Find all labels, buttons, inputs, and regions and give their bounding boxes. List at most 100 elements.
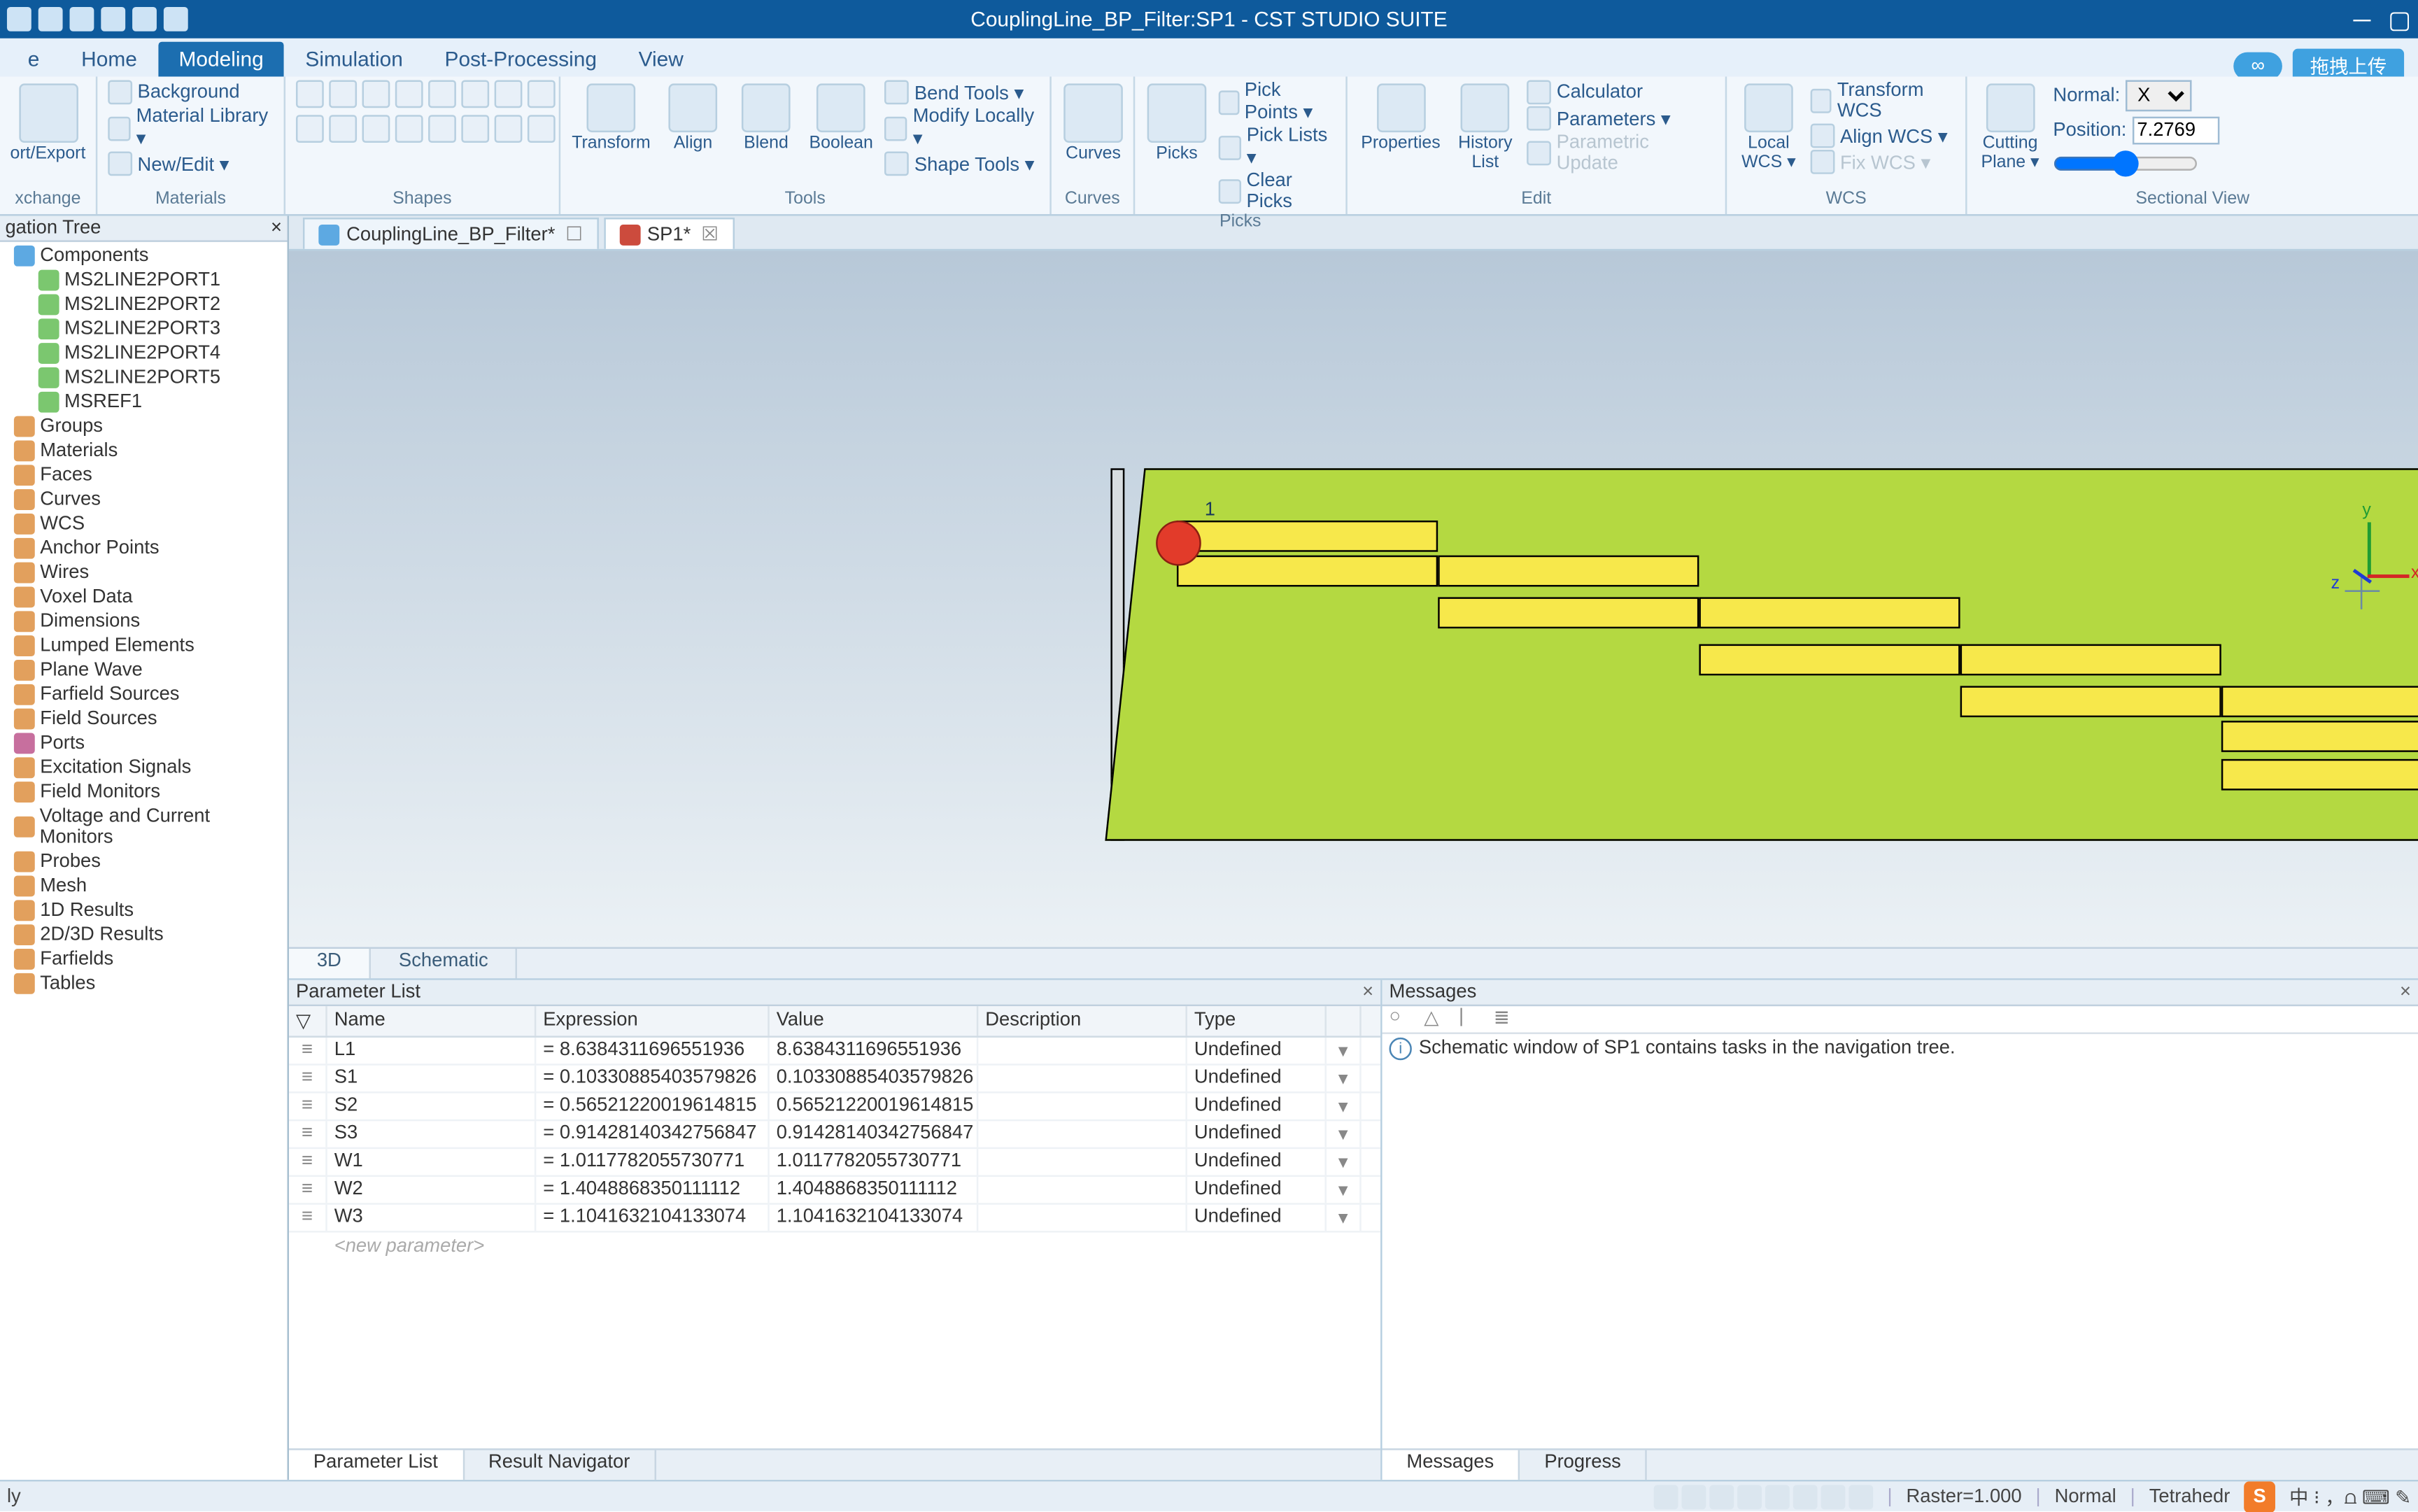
- shape-icon[interactable]: [461, 115, 489, 143]
- status-icon[interactable]: [1821, 1484, 1846, 1509]
- param-table-body[interactable]: ≡ L1 = 8.6384311696551936 8.638431169655…: [289, 1038, 1380, 1448]
- shape-icon[interactable]: [428, 115, 456, 143]
- position-input[interactable]: [2132, 117, 2219, 145]
- tree-item[interactable]: Plane Wave: [0, 658, 288, 683]
- dropdown-icon[interactable]: ▾: [1327, 1177, 1362, 1203]
- param-type[interactable]: Undefined: [1187, 1121, 1327, 1147]
- param-desc[interactable]: [978, 1149, 1187, 1175]
- clear-picks-button[interactable]: Clear Picks: [1219, 171, 1336, 213]
- close-icon[interactable]: ☒: [701, 222, 719, 245]
- shape-icon[interactable]: [395, 115, 423, 143]
- tab-view[interactable]: View: [618, 42, 705, 77]
- view-tab-3d[interactable]: 3D: [289, 949, 371, 978]
- pick-lists-button[interactable]: Pick Lists ▾: [1219, 125, 1336, 169]
- dropdown-icon[interactable]: ▾: [1327, 1149, 1362, 1175]
- close-icon[interactable]: ×: [271, 218, 282, 239]
- tree-item[interactable]: Faces: [0, 463, 288, 488]
- param-type[interactable]: Undefined: [1187, 1177, 1327, 1203]
- properties-button[interactable]: Properties: [1358, 80, 1443, 156]
- msg-list-icon[interactable]: ≣: [1494, 1006, 1518, 1031]
- filter-icon[interactable]: ▽: [289, 1006, 327, 1036]
- tree-item[interactable]: Farfields: [0, 947, 288, 972]
- shape-icon[interactable]: [362, 115, 390, 143]
- close-icon[interactable]: ×: [2400, 982, 2411, 1003]
- param-expr[interactable]: = 1.1041632104133074: [536, 1205, 769, 1231]
- doc-tab-filter[interactable]: CouplingLine_BP_Filter*☐: [303, 218, 598, 249]
- qat-save-icon[interactable]: [7, 7, 31, 31]
- bend-tools-button[interactable]: Bend Tools ▾: [885, 80, 1040, 104]
- qat-icon[interactable]: [101, 7, 125, 31]
- dropdown-icon[interactable]: ▾: [1327, 1038, 1362, 1064]
- qat-undo-icon[interactable]: [132, 7, 157, 31]
- bottom-tab-resultnav[interactable]: Result Navigator: [464, 1450, 656, 1480]
- material-library-button[interactable]: Material Library ▾: [108, 106, 273, 150]
- bottom-tab-progress[interactable]: Progress: [1520, 1450, 1647, 1480]
- tree-item[interactable]: Anchor Points: [0, 536, 288, 560]
- param-desc[interactable]: [978, 1038, 1187, 1064]
- table-row[interactable]: ≡ W2 = 1.4048868350111112 1.404886835011…: [289, 1177, 1380, 1205]
- dropdown-icon[interactable]: ▾: [1327, 1066, 1362, 1091]
- tree-item[interactable]: Probes: [0, 849, 288, 874]
- cutting-plane-button[interactable]: Cutting Plane ▾: [1978, 80, 2043, 176]
- param-type[interactable]: Undefined: [1187, 1094, 1327, 1119]
- tree-item[interactable]: MSREF1: [0, 390, 288, 414]
- param-expr[interactable]: = 0.56521220019614815: [536, 1094, 769, 1119]
- tree-item[interactable]: Voltage and Current Monitors: [0, 805, 288, 850]
- dropdown-icon[interactable]: ▾: [1327, 1121, 1362, 1147]
- tab-file[interactable]: e: [7, 42, 60, 77]
- tree-item[interactable]: Components: [0, 243, 288, 268]
- close-icon[interactable]: ☐: [565, 222, 583, 245]
- tree-item[interactable]: Mesh: [0, 874, 288, 898]
- bottom-tab-messages[interactable]: Messages: [1383, 1450, 1520, 1480]
- tree-item[interactable]: 2D/3D Results: [0, 923, 288, 947]
- param-desc[interactable]: [978, 1094, 1187, 1119]
- tree-item[interactable]: Farfield Sources: [0, 682, 288, 707]
- msg-info-icon[interactable]: ○: [1390, 1006, 1414, 1031]
- viewport-3d[interactable]: 1 2 y x z: [289, 250, 2418, 947]
- tree-item[interactable]: Lumped Elements: [0, 634, 288, 658]
- param-type[interactable]: Undefined: [1187, 1149, 1327, 1175]
- boolean-button[interactable]: Boolean: [808, 80, 875, 156]
- navigation-tree[interactable]: ComponentsMS2LINE2PORT1MS2LINE2PORT2MS2L…: [0, 242, 288, 998]
- tree-item[interactable]: WCS: [0, 512, 288, 537]
- parametric-update-button[interactable]: Parametric Update: [1527, 132, 1715, 174]
- param-expr[interactable]: = 8.6384311696551936: [536, 1038, 769, 1064]
- doc-tab-sp1[interactable]: SP1*☒: [604, 218, 734, 249]
- blend-button[interactable]: Blend: [735, 80, 798, 156]
- shape-more-icon[interactable]: [461, 80, 489, 108]
- tree-item[interactable]: Tables: [0, 971, 288, 996]
- picks-button[interactable]: Picks: [1145, 80, 1208, 167]
- background-button[interactable]: Background: [108, 80, 273, 104]
- maximize-button[interactable]: ▢: [2388, 4, 2411, 34]
- table-row[interactable]: ≡ W1 = 1.0117782055730771 1.011778205573…: [289, 1149, 1380, 1177]
- tree-item[interactable]: Field Sources: [0, 707, 288, 731]
- tree-item[interactable]: MS2LINE2PORT2: [0, 292, 288, 317]
- tree-item[interactable]: MS2LINE2PORT4: [0, 341, 288, 366]
- tab-modeling[interactable]: Modeling: [158, 42, 285, 77]
- shape-icon[interactable]: [528, 115, 556, 143]
- fix-wcs-button[interactable]: Fix WCS ▾: [1811, 150, 1956, 174]
- local-wcs-button[interactable]: Local WCS ▾: [1737, 80, 1800, 176]
- param-type[interactable]: Undefined: [1187, 1038, 1327, 1064]
- status-icon[interactable]: [1710, 1484, 1734, 1509]
- history-list-button[interactable]: History List: [1454, 80, 1517, 176]
- qat-icon[interactable]: [70, 7, 94, 31]
- shape-icon[interactable]: [329, 115, 357, 143]
- table-row[interactable]: ≡ W3 = 1.1041632104133074 1.104163210413…: [289, 1205, 1380, 1233]
- param-desc[interactable]: [978, 1066, 1187, 1091]
- status-icon[interactable]: [1849, 1484, 1874, 1509]
- shape-cone-icon[interactable]: [395, 80, 423, 108]
- shape-rotate-icon[interactable]: [528, 80, 556, 108]
- param-desc[interactable]: [978, 1121, 1187, 1147]
- shape-icon[interactable]: [296, 115, 324, 143]
- align-wcs-button[interactable]: Align WCS ▾: [1811, 124, 1956, 148]
- view-tab-schematic[interactable]: Schematic: [371, 949, 518, 978]
- pick-points-button[interactable]: Pick Points ▾: [1219, 80, 1336, 123]
- param-expr[interactable]: = 0.91428140342756847: [536, 1121, 769, 1147]
- transform-wcs-button[interactable]: Transform WCS: [1811, 80, 1956, 122]
- tree-item[interactable]: MS2LINE2PORT3: [0, 317, 288, 341]
- table-row[interactable]: ≡ S1 = 0.10330885403579826 0.10330885403…: [289, 1066, 1380, 1094]
- tree-item[interactable]: MS2LINE2PORT5: [0, 366, 288, 390]
- dropdown-icon[interactable]: ▾: [1327, 1094, 1362, 1119]
- tree-item[interactable]: 1D Results: [0, 898, 288, 923]
